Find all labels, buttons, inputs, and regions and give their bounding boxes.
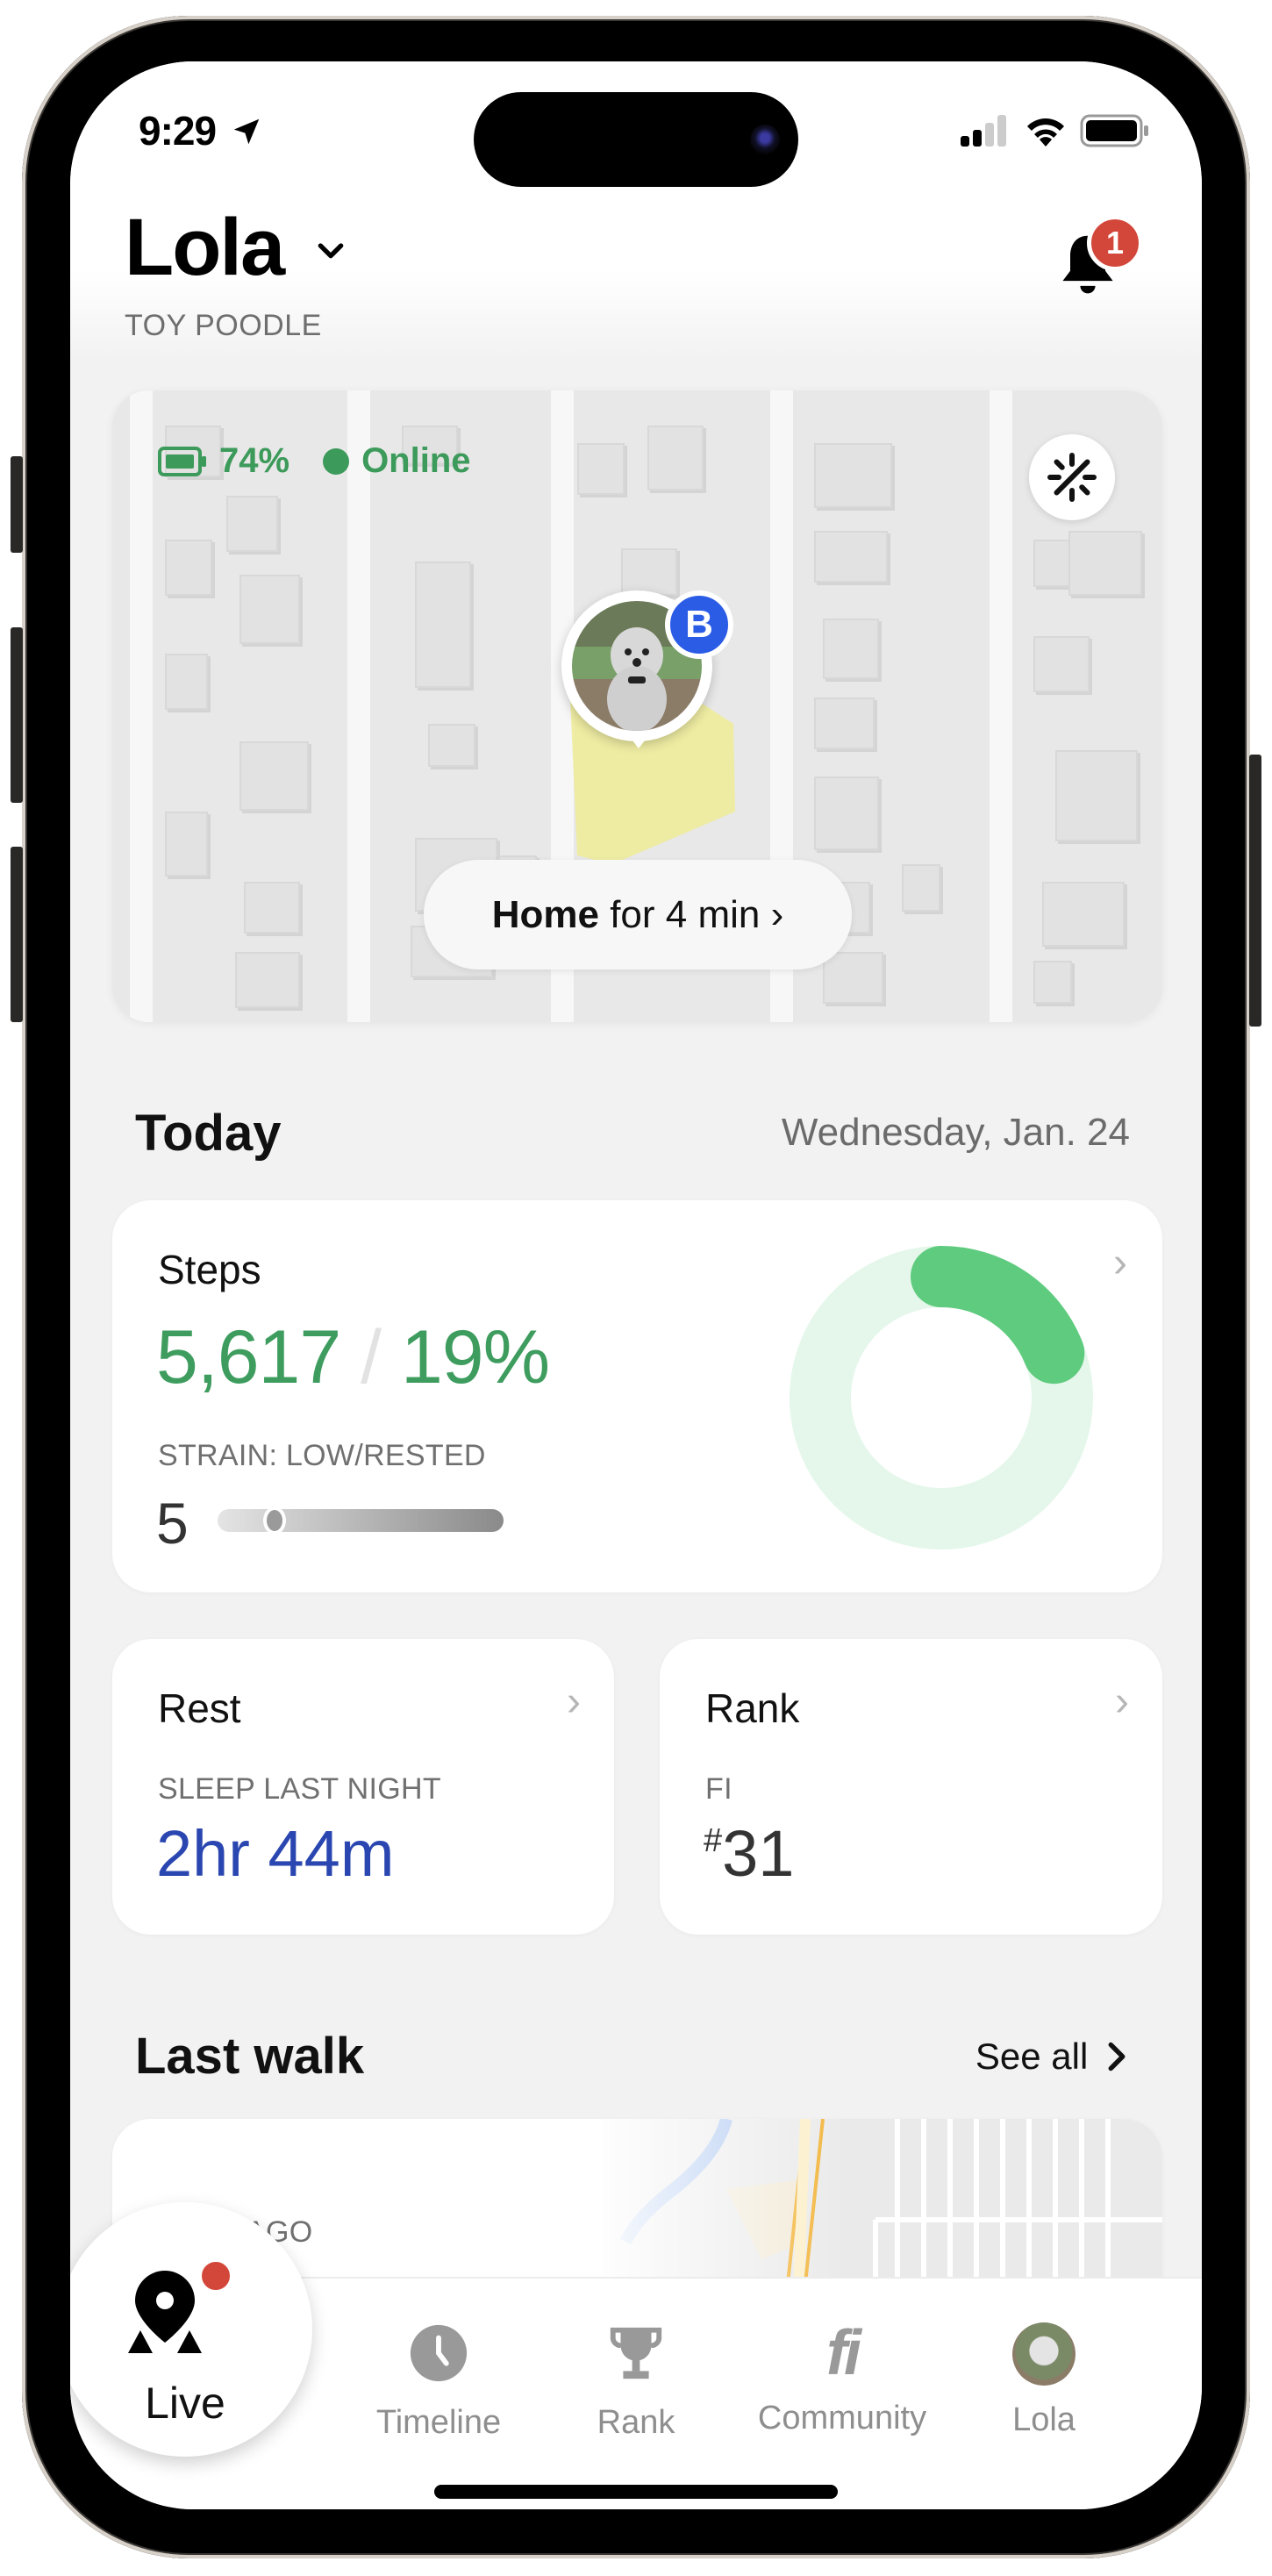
cellular-signal-icon [961, 115, 1006, 147]
rank-hash: # [704, 1822, 723, 1859]
beacon-badge: B [665, 590, 733, 659]
pin-pointer [626, 733, 651, 748]
notification-badge: 1 [1087, 215, 1143, 271]
battery-percent: 74% [219, 441, 290, 480]
steps-card[interactable]: Steps 5,617 / 19% STRAIN: LOW/RESTED 5 › [112, 1200, 1162, 1592]
live-map[interactable]: 74% Online B Home for 4 min › [112, 390, 1162, 1022]
tab-timeline[interactable]: Timeline [351, 2322, 526, 2442]
steps-chevron-icon: › [1113, 1240, 1127, 1286]
steps-title: Steps [158, 1247, 261, 1292]
trophy-icon [610, 2327, 662, 2379]
steps-progress-ring [790, 1246, 1093, 1549]
tab-live-label: Live [145, 2379, 225, 2428]
notification-count: 1 [1105, 225, 1125, 261]
strain-indicator [263, 1506, 287, 1535]
steps-summary: 5,617 / 19% [156, 1314, 550, 1401]
location-arrow-icon [233, 118, 260, 145]
rest-card[interactable]: Rest › SLEEP LAST NIGHT 2hr 44m [112, 1639, 614, 1935]
location-duration-button[interactable]: Home for 4 min › [424, 860, 852, 970]
progress-ring-arc [911, 1246, 1085, 1385]
pet-name: Lola [125, 203, 285, 292]
status-time: 9:29 [139, 107, 263, 154]
rank-label: FI [705, 1772, 732, 1806]
last-walk-heading: Last walk [135, 2028, 365, 2085]
steps-goal-percent: 19% [400, 1315, 550, 1399]
clock-text: 9:29 [139, 108, 217, 154]
see-all-label: See all [975, 2036, 1089, 2077]
wifi-icon [1027, 118, 1064, 147]
rank-chevron-icon: › [1115, 1678, 1129, 1725]
tab-community-label: Community [757, 2400, 927, 2436]
strain-label: STRAIN: LOW/RESTED [158, 1439, 486, 1472]
tab-profile-label: Lola [1012, 2401, 1075, 2438]
rest-title: Rest [158, 1685, 241, 1731]
battery-status-icon [158, 446, 206, 476]
chevron-right-icon [1108, 2042, 1126, 2072]
tab-live[interactable]: Live [70, 2202, 312, 2457]
tab-rank[interactable]: Rank [548, 2322, 724, 2442]
power-button [1249, 755, 1261, 1027]
location-name: Home [491, 892, 599, 936]
app-screen: 9:29 Lola TOY POODLE 1 74% Online B Home… [70, 61, 1202, 2509]
home-indicator[interactable] [434, 2485, 838, 2499]
steps-count: 5,617 [156, 1315, 341, 1399]
pet-selector[interactable]: Lola [125, 202, 348, 294]
today-date: Wednesday, Jan. 24 [781, 1111, 1130, 1154]
volume-up-button [11, 627, 23, 803]
pet-breed: TOY POODLE [125, 309, 322, 342]
battery-icon [1080, 114, 1148, 147]
rank-card[interactable]: Rank › FI #31 [660, 1639, 1162, 1935]
tab-profile[interactable]: Lola [956, 2322, 1132, 2439]
online-dot-icon [323, 447, 350, 475]
pet-avatar-icon [1012, 2322, 1075, 2386]
status-icons [961, 114, 1150, 147]
rank-value: 31 [722, 1817, 795, 1890]
sleep-duration: 2hr 44m [156, 1817, 395, 1890]
location-duration: for 4 min › [598, 892, 784, 936]
rank-value-wrap: #31 [704, 1816, 794, 1891]
chevron-down-icon [318, 243, 344, 259]
device-status: 74% Online [158, 441, 471, 481]
see-all-link[interactable]: See all [975, 2036, 1130, 2078]
recenter-icon [1047, 453, 1097, 502]
beacon-badge-letter: B [685, 603, 713, 646]
tab-rank-label: Rank [597, 2404, 675, 2441]
tab-timeline-label: Timeline [375, 2404, 502, 2441]
live-alert-dot [198, 2258, 233, 2293]
clock-icon [410, 2324, 468, 2382]
recenter-button[interactable] [1029, 434, 1115, 520]
today-heading: Today [135, 1105, 282, 1162]
front-camera [750, 125, 780, 154]
mute-switch [11, 456, 23, 553]
strain-value: 5 [156, 1491, 189, 1556]
connection-status: Online [361, 441, 471, 480]
volume-down-button [11, 847, 23, 1022]
strain-meter [218, 1506, 504, 1535]
rank-title: Rank [705, 1685, 800, 1731]
rest-chevron-icon: › [567, 1678, 581, 1725]
steps-separator: / [361, 1315, 382, 1399]
fi-logo-icon: fi [826, 2318, 861, 2388]
sleep-label: SLEEP LAST NIGHT [158, 1772, 441, 1806]
notifications-button[interactable]: 1 [1057, 215, 1154, 303]
tab-community[interactable]: fi Community [754, 2322, 930, 2437]
